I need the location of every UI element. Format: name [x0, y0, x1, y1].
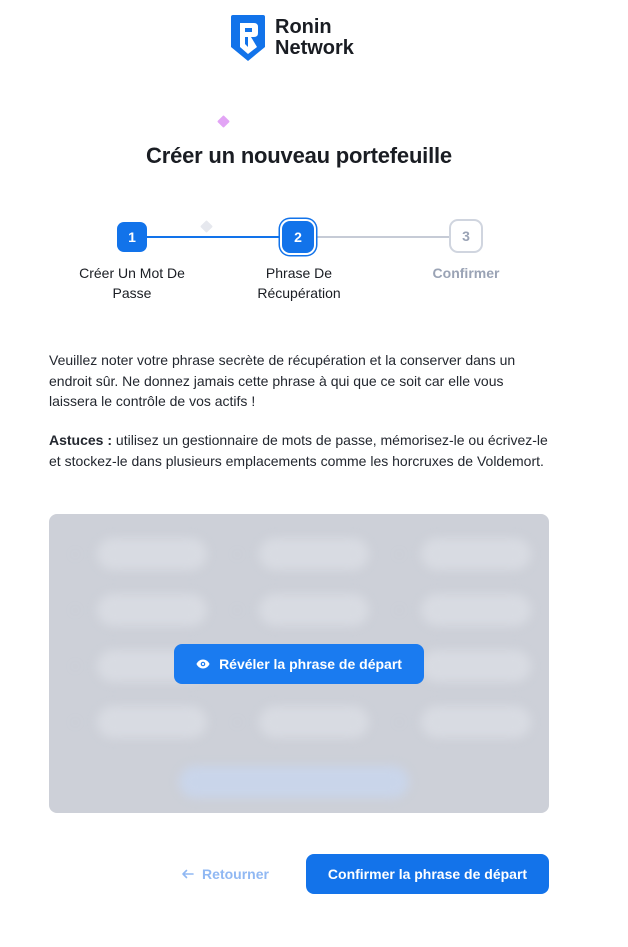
brand-name: Ronin Network [275, 17, 354, 59]
confirm-seed-phrase-button[interactable]: Confirmer la phrase de départ [306, 854, 549, 894]
eye-icon [196, 659, 210, 669]
step-2-indicator: 2 [282, 221, 314, 253]
page-title: Créer un nouveau portefeuille [146, 143, 452, 168]
stepper-connector-pending [317, 236, 449, 238]
brand-logo: Ronin Network [229, 13, 354, 63]
brand-name-line2: Network [275, 37, 354, 59]
step-3-label: Confirmer [432, 265, 500, 281]
step-3-indicator: 3 [449, 219, 483, 253]
tips-label: Astuces : [49, 432, 113, 448]
progress-stepper: 1 2 3 Créer Un Mot De Passe Phrase De Ré… [0, 218, 628, 318]
sparkle-decoration-icon [217, 115, 230, 128]
back-button-label: Retourner [202, 866, 269, 882]
stepper-connector-completed [147, 236, 280, 238]
step-2-label: Phrase De Récupération [257, 265, 341, 301]
arrow-left-icon [182, 869, 194, 879]
back-button[interactable]: Retourner [170, 855, 280, 893]
sparkle-decoration-icon [200, 220, 213, 233]
tips-text: Astuces : utilisez un gestionnaire de mo… [49, 430, 549, 471]
reveal-seed-phrase-button[interactable]: Révéler la phrase de départ [174, 644, 424, 684]
tips-body: utilisez un gestionnaire de mots de pass… [49, 432, 548, 469]
instructions-text: Veuillez noter votre phrase secrète de r… [49, 352, 516, 409]
brand-name-line1: Ronin [275, 16, 332, 38]
step-1-indicator: 1 [117, 222, 147, 252]
step-1-label: Créer Un Mot De Passe [79, 265, 185, 301]
reveal-seed-phrase-label: Révéler la phrase de départ [219, 656, 402, 672]
ronin-logo-icon [231, 15, 265, 61]
seed-phrase-panel: · · · · · · · · · · Révéler la phrase de… [49, 514, 549, 813]
